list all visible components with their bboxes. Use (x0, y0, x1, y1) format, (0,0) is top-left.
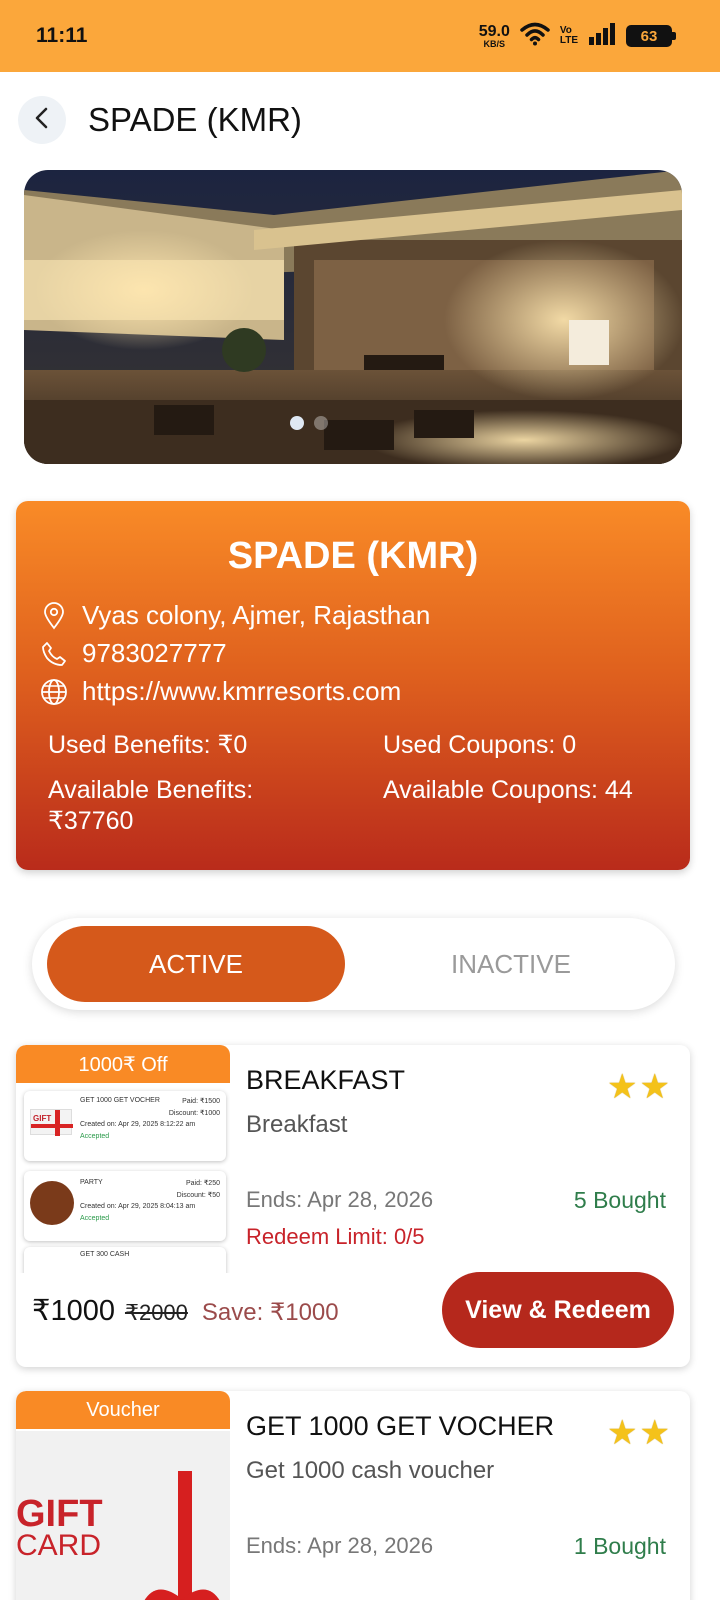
deal-original-price: ₹2000 (124, 1300, 188, 1325)
outlet-photo-carousel[interactable] (24, 170, 682, 464)
deal-end-date: Ends: Apr 28, 2026 (246, 1187, 434, 1212)
deal-redeem-limit: Redeem Limit: 0/5 (246, 1224, 425, 1249)
volte-bottom: LTE (559, 35, 578, 46)
network-speed-value: 59.0 (478, 22, 510, 40)
thumb-row-title: GET 300 CASH (80, 1251, 130, 1258)
volte-icon: Vo LTE (560, 26, 578, 46)
gift-card-image: GIFT CARD (16, 1431, 230, 1600)
thumb-row-status: Accepted (80, 1133, 110, 1140)
thumb-row-discount: Discount: ₹1000 (168, 1110, 220, 1117)
phone-icon (40, 640, 68, 668)
deal-savings: Save: ₹1000 (201, 1299, 339, 1326)
deal-bought-count: 5 Bought (573, 1187, 666, 1213)
outlet-name: SPADE (KMR) (227, 535, 479, 577)
available-benefits: Available Benefits: ₹37760 (48, 775, 253, 837)
deal-card[interactable]: Voucher GIFT CARD GET 1000 GET VOCHER ★★… (16, 1391, 690, 1600)
thumb-row-paid: Paid: ₹250 (185, 1180, 220, 1187)
carousel-dot[interactable] (314, 416, 328, 430)
deal-badge: Voucher (16, 1391, 230, 1429)
thumb-row: GIFT GET 1000 GET VOCHER Paid: ₹1500 Dis… (24, 1091, 226, 1161)
carousel-dot[interactable] (290, 416, 304, 430)
network-speed-unit: KB/S (483, 38, 506, 49)
deal-price: ₹1000 (32, 1295, 115, 1327)
deal-title: BREAKFAST (246, 1065, 406, 1095)
status-time: 11:11 (36, 24, 88, 47)
address-row: Vyas colony, Ajmer, Rajasthan (40, 600, 430, 631)
deal-thumbnail: 1000₹ Off GIFT GET 1000 GET VOCHER Paid:… (16, 1045, 230, 1273)
rating-stars-icon: ★★ (607, 1068, 672, 1106)
thumb-row-paid: Paid: ₹1500 (182, 1098, 220, 1105)
restaurant-photo (24, 170, 682, 464)
deal-description: Breakfast (246, 1111, 348, 1138)
used-coupons: Used Coupons: 0 (383, 731, 577, 759)
available-benefits-label: Available Benefits: (48, 776, 254, 804)
wifi-icon (520, 22, 550, 51)
status-bar: 11:11 59.0 KB/S Vo LTE 63 (0, 0, 720, 72)
used-benefits: Used Benefits: ₹0 (48, 731, 248, 759)
available-coupons: Available Coupons: 44 (383, 776, 633, 804)
tab-active[interactable]: ACTIVE (47, 926, 345, 1002)
thumb-row-discount: Discount: ₹50 (176, 1192, 220, 1199)
thumb-row-title: PARTY (80, 1179, 103, 1186)
chevron-left-icon (32, 106, 52, 135)
network-speed: 59.0 KB/S (478, 22, 510, 49)
outlet-info-card: SPADE (KMR) Vyas colony, Ajmer, Rajastha… (16, 501, 690, 870)
deal-description: Get 1000 cash voucher (246, 1457, 495, 1484)
outlet-website[interactable]: https://www.kmrresorts.com (82, 676, 401, 707)
outlet-address: Vyas colony, Ajmer, Rajasthan (82, 600, 431, 630)
deal-thumbnail: Voucher GIFT CARD (16, 1391, 230, 1600)
deal-bought-count: 1 Bought (573, 1533, 666, 1559)
page-header: SPADE (KMR) (18, 96, 302, 144)
deal-price-row: ₹1000 ₹2000 Save: ₹1000 (32, 1293, 339, 1328)
location-pin-icon (40, 601, 68, 630)
website-row[interactable]: https://www.kmrresorts.com (40, 676, 401, 707)
signal-icon (588, 22, 616, 50)
outlet-phone[interactable]: 9783027777 (82, 638, 227, 669)
party-thumb-avatar (30, 1181, 74, 1225)
thumb-row: GET 300 CASH (24, 1247, 226, 1273)
svg-text:GIFT: GIFT (33, 1114, 51, 1123)
thumb-row-created: Created on: Apr 29, 2025 8:04:13 am (80, 1203, 196, 1210)
thumb-row-title: GET 1000 GET VOCHER (80, 1097, 160, 1104)
available-benefits-value: ₹37760 (48, 807, 134, 835)
deal-status-toggle: ACTIVE INACTIVE (32, 918, 675, 1010)
deal-end-date: Ends: Apr 28, 2026 (246, 1533, 434, 1558)
deal-title: GET 1000 GET VOCHER (246, 1411, 555, 1441)
thumb-row-created: Created on: Apr 29, 2025 8:12:22 am (80, 1121, 196, 1128)
deal-badge: 1000₹ Off (16, 1045, 230, 1083)
battery-level: 63 (640, 27, 658, 45)
globe-icon (40, 678, 68, 706)
status-icons: 59.0 KB/S Vo LTE 63 (478, 22, 676, 51)
phone-row[interactable]: 9783027777 (40, 638, 227, 669)
battery-icon: 63 (626, 25, 676, 47)
tab-inactive[interactable]: INACTIVE (362, 926, 660, 1002)
back-button[interactable] (18, 96, 66, 144)
ribbon-bow-icon (142, 1579, 222, 1600)
gift-card-line2: CARD (16, 1529, 102, 1562)
rating-stars-icon: ★★ (607, 1414, 672, 1452)
thumb-row: PARTY Paid: ₹250 Discount: ₹50 Created o… (24, 1171, 226, 1241)
deal-card[interactable]: 1000₹ Off GIFT GET 1000 GET VOCHER Paid:… (16, 1045, 690, 1367)
page-title: SPADE (KMR) (88, 101, 302, 138)
gift-card-thumb-icon: GIFT (30, 1109, 73, 1136)
view-redeem-button[interactable]: View & Redeem (442, 1272, 674, 1348)
thumb-row-status: Accepted (80, 1215, 110, 1222)
carousel-dots (290, 416, 328, 430)
